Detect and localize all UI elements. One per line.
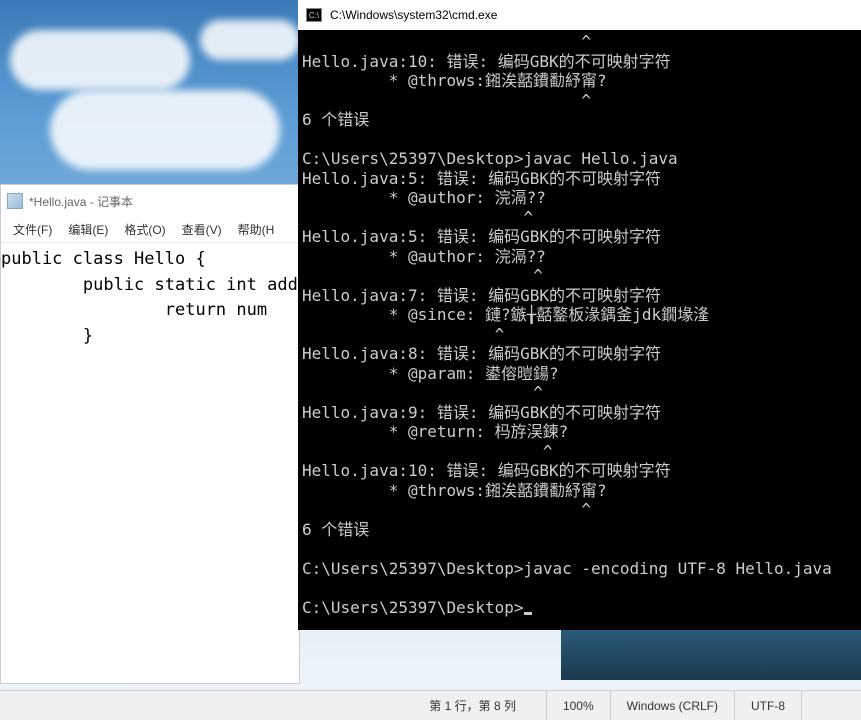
status-position: 第 1 行，第 8 列 bbox=[0, 691, 546, 720]
notepad-status-bar: 第 1 行，第 8 列 100% Windows (CRLF) UTF-8 bbox=[0, 690, 861, 720]
notepad-title-bar[interactable]: *Hello.java - 记事本 bbox=[1, 185, 299, 217]
notepad-icon bbox=[7, 193, 23, 209]
status-eol: Windows (CRLF) bbox=[610, 691, 734, 720]
sea-decoration bbox=[561, 630, 861, 680]
cmd-window[interactable]: C:\ C:\Windows\system32\cmd.exe ^ Hello.… bbox=[298, 0, 861, 630]
notepad-title-text: *Hello.java - 记事本 bbox=[29, 193, 133, 210]
cloud-decoration bbox=[50, 90, 280, 170]
cmd-title-bar[interactable]: C:\ C:\Windows\system32\cmd.exe bbox=[298, 0, 861, 30]
notepad-text-area[interactable]: public class Hello { public static int a… bbox=[1, 243, 299, 683]
cmd-cursor bbox=[524, 612, 532, 615]
menu-help[interactable]: 帮助(H bbox=[230, 218, 283, 241]
menu-edit[interactable]: 编辑(E) bbox=[60, 218, 116, 241]
notepad-menu-bar[interactable]: 文件(F) 编辑(E) 格式(O) 查看(V) 帮助(H bbox=[1, 217, 299, 243]
cloud-decoration bbox=[200, 20, 300, 60]
menu-view[interactable]: 查看(V) bbox=[174, 218, 230, 241]
cmd-title-text: C:\Windows\system32\cmd.exe bbox=[330, 8, 497, 22]
menu-format[interactable]: 格式(O) bbox=[116, 218, 173, 241]
cmd-icon: C:\ bbox=[306, 8, 322, 22]
status-encoding: UTF-8 bbox=[734, 691, 801, 720]
status-zoom: 100% bbox=[546, 691, 610, 720]
notepad-window[interactable]: *Hello.java - 记事本 文件(F) 编辑(E) 格式(O) 查看(V… bbox=[0, 184, 300, 684]
cmd-output[interactable]: ^ Hello.java:10: 错误: 编码GBK的不可映射字符 * @thr… bbox=[298, 30, 861, 630]
menu-file[interactable]: 文件(F) bbox=[5, 218, 60, 241]
status-spacer bbox=[801, 691, 861, 720]
cloud-decoration bbox=[10, 30, 190, 90]
